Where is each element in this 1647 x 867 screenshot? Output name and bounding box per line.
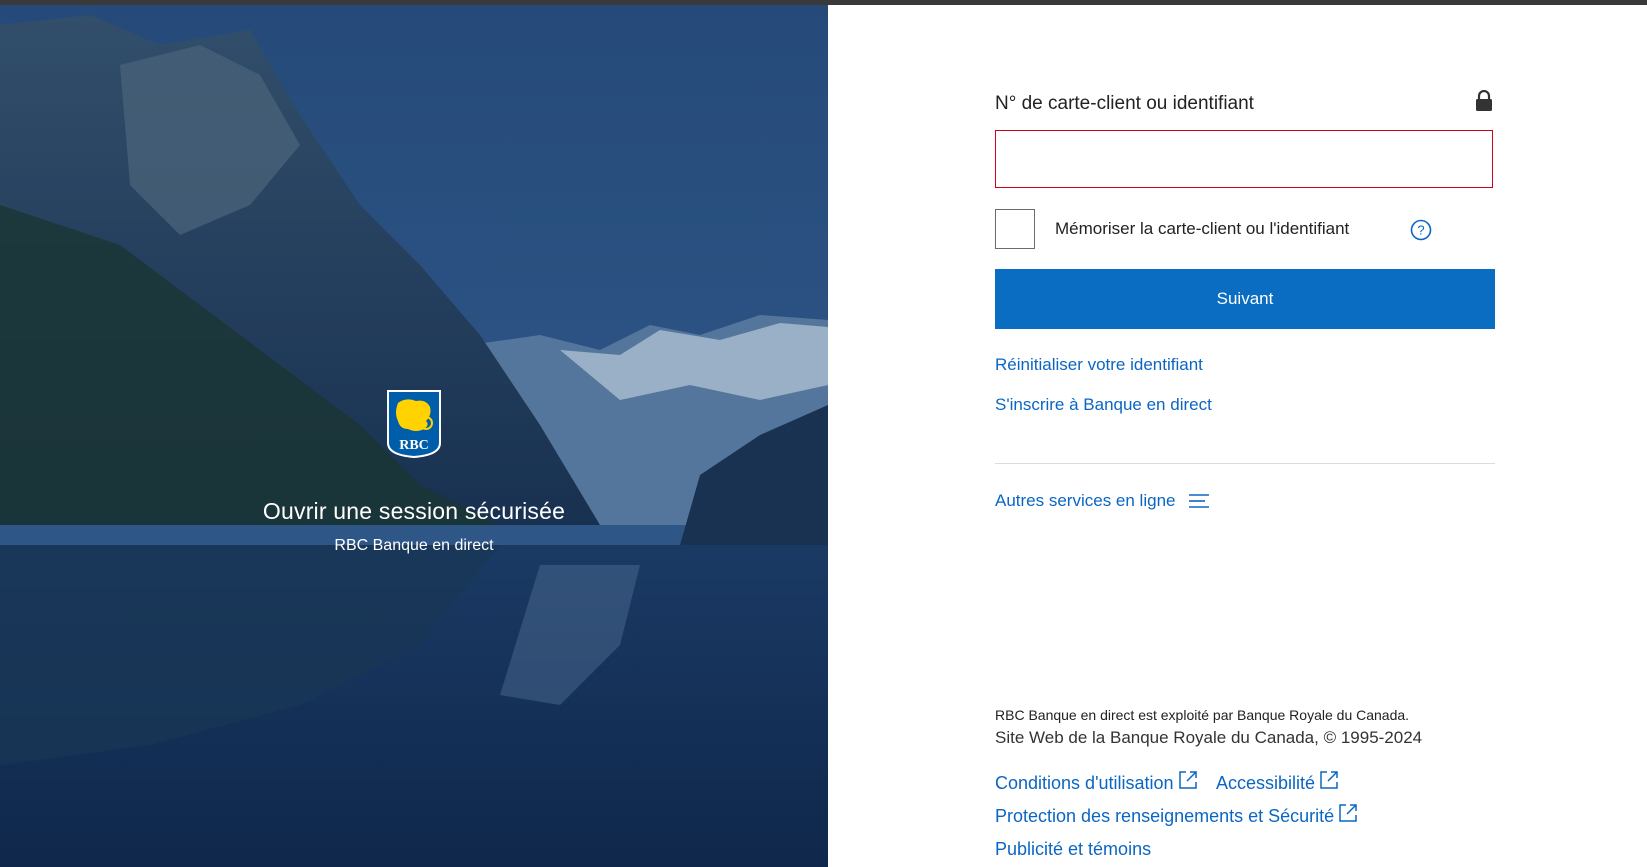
terms-link[interactable]: Conditions d'utilisation bbox=[995, 771, 1198, 794]
accessibility-link[interactable]: Accessibilité bbox=[1216, 771, 1339, 794]
external-link-icon bbox=[1339, 804, 1357, 822]
hero-brand: RBC Ouvrir une session sécurisée RBC Ban… bbox=[0, 389, 828, 555]
help-icon[interactable]: ? bbox=[1410, 219, 1432, 241]
client-card-input[interactable] bbox=[995, 130, 1493, 188]
enroll-link[interactable]: S'inscrire à Banque en direct bbox=[995, 395, 1212, 415]
svg-text:?: ? bbox=[1417, 223, 1424, 238]
remember-checkbox[interactable] bbox=[995, 209, 1035, 249]
footer-operator-text: RBC Banque en direct est exploité par Ba… bbox=[995, 707, 1410, 723]
divider bbox=[995, 463, 1495, 464]
next-button[interactable]: Suivant bbox=[995, 269, 1495, 329]
hero-subtitle: RBC Banque en direct bbox=[334, 537, 494, 554]
external-link-icon bbox=[1178, 771, 1197, 789]
menu-lines-icon bbox=[1189, 494, 1210, 508]
client-card-label: N° de carte-client ou identifiant bbox=[995, 93, 1254, 114]
hero-title: Ouvrir une session sécurisée bbox=[262, 498, 566, 524]
footer-copyright: Site Web de la Banque Royale du Canada, … bbox=[995, 728, 1423, 747]
remember-label: Mémoriser la carte-client ou l'identifia… bbox=[1055, 219, 1350, 238]
reset-id-link[interactable]: Réinitialiser votre identifiant bbox=[995, 355, 1203, 375]
ads-cookies-link[interactable]: Publicité et témoins bbox=[995, 839, 1151, 860]
rbc-logo-text: RBC bbox=[399, 438, 429, 453]
privacy-security-link[interactable]: Protection des renseignements et Sécurit… bbox=[995, 804, 1358, 827]
rbc-logo: RBC bbox=[387, 390, 441, 459]
terms-label: Conditions d'utilisation bbox=[995, 773, 1174, 793]
hero-panel: RBC Ouvrir une session sécurisée RBC Ban… bbox=[0, 5, 828, 867]
other-services-label: Autres services en ligne bbox=[995, 491, 1176, 510]
lock-icon bbox=[1476, 90, 1492, 111]
other-services-link[interactable]: Autres services en ligne bbox=[995, 491, 1210, 511]
accessibility-label: Accessibilité bbox=[1216, 773, 1316, 793]
external-link-icon bbox=[1320, 771, 1338, 789]
privacy-security-label: Protection des renseignements et Sécurit… bbox=[995, 806, 1335, 826]
